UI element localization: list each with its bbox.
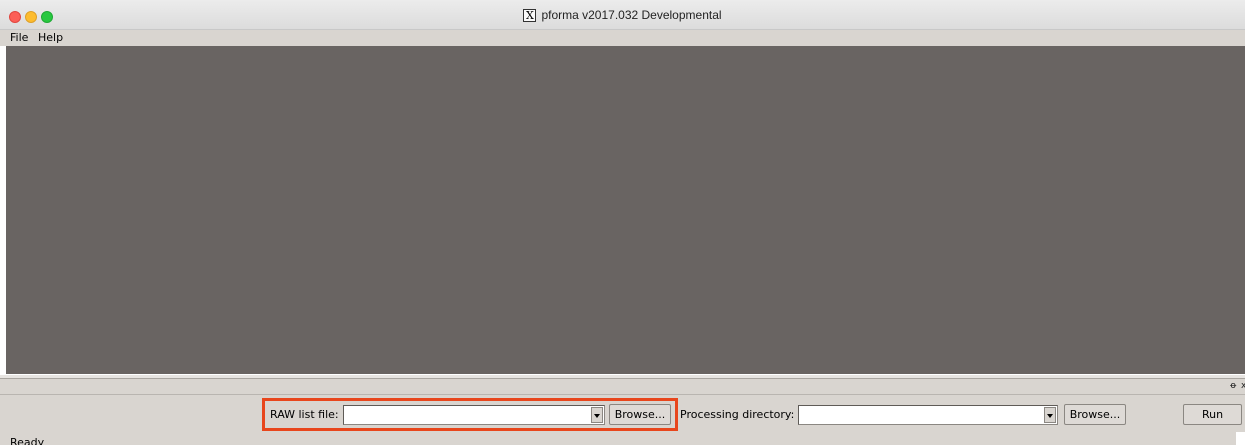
- processing-directory-combobox[interactable]: [798, 405, 1058, 425]
- window-title-group: Xpforma v2017.032 Developmental: [0, 8, 1245, 22]
- processing-directory-input[interactable]: [799, 406, 1043, 424]
- processing-directory-label: Processing directory:: [680, 408, 795, 421]
- processing-directory-browse-button[interactable]: Browse...: [1064, 404, 1126, 425]
- window-title: pforma v2017.032 Developmental: [541, 8, 722, 22]
- title-bar: Xpforma v2017.032 Developmental: [0, 0, 1245, 30]
- x11-icon: X: [523, 8, 537, 22]
- float-dock-icon[interactable]: ꝋ: [1230, 381, 1236, 391]
- menu-bar: File Help: [0, 30, 1245, 46]
- main-canvas: [6, 46, 1245, 374]
- raw-list-dropdown-arrow-icon[interactable]: [591, 407, 603, 423]
- bottom-dock: ꝋ x RAW list file: Browse... Processing …: [0, 374, 1245, 445]
- menu-file[interactable]: File: [10, 31, 28, 44]
- app-window: Xpforma v2017.032 Developmental File Hel…: [0, 0, 1245, 445]
- processing-directory-dropdown-arrow-icon[interactable]: [1044, 407, 1056, 423]
- menu-help[interactable]: Help: [38, 31, 63, 44]
- status-corner: [1236, 432, 1245, 445]
- raw-list-input[interactable]: [344, 406, 590, 424]
- dock-header: ꝋ x: [0, 379, 1245, 395]
- raw-list-browse-button[interactable]: Browse...: [609, 404, 671, 425]
- status-text: Ready: [10, 436, 45, 445]
- raw-list-label: RAW list file:: [270, 408, 339, 421]
- run-button[interactable]: Run: [1183, 404, 1242, 425]
- close-dock-icon[interactable]: x: [1241, 381, 1245, 391]
- raw-list-combobox[interactable]: [343, 405, 605, 425]
